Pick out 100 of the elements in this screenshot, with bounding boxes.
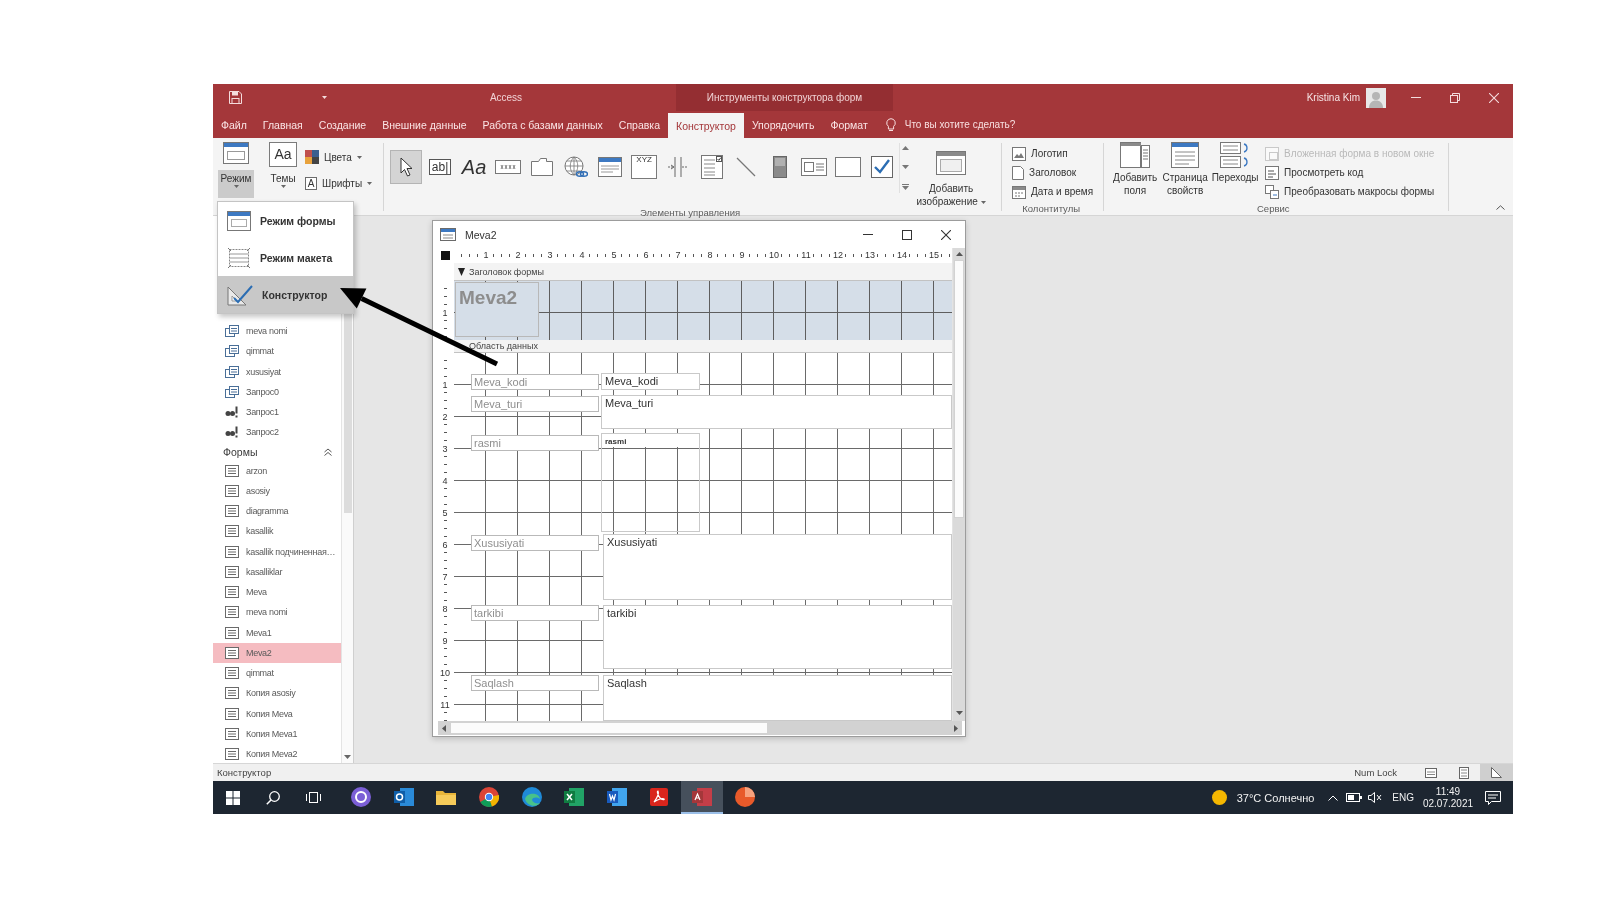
nav-item[interactable]: arzon	[213, 460, 341, 481]
view-button[interactable]	[1480, 764, 1513, 781]
nav-item[interactable]: Meva2	[213, 642, 341, 663]
insert-image-button[interactable]: Добавить изображение	[911, 150, 992, 207]
section-band[interactable]: Заголовок формы	[454, 263, 952, 281]
ribbon-tab[interactable]: Внешние данные	[374, 111, 475, 138]
date-time-button[interactable]: Дата и время	[1010, 182, 1096, 201]
tell-me-field[interactable]: Что вы хотите сделать?	[904, 119, 1035, 130]
scroll-right-icon[interactable]	[954, 724, 958, 732]
nav-item[interactable]: xususiyat	[213, 361, 341, 382]
minimize-icon[interactable]	[862, 234, 873, 235]
nav-item[interactable]: diagramma	[213, 501, 341, 522]
clock-date[interactable]: 02.07.2021	[1422, 797, 1474, 810]
nav-item[interactable]: qimmat	[213, 341, 341, 362]
ribbon-tab[interactable]: Формат	[822, 111, 876, 138]
nav-item[interactable]: Запрос1	[213, 402, 341, 423]
nav-item[interactable]: kasallik подчиненная…	[213, 541, 341, 562]
ruler-number: 8	[706, 250, 714, 261]
label-tool[interactable]: Aa	[458, 150, 491, 184]
view-code-button[interactable]: Просмотреть код	[1263, 163, 1437, 182]
scroll-down-icon[interactable]	[344, 755, 351, 759]
avatar-icon[interactable]	[1366, 87, 1386, 108]
start-icon[interactable]	[226, 790, 240, 805]
language-indicator[interactable]: ENG	[1392, 792, 1414, 803]
nav-item[interactable]: meva nomi	[213, 321, 341, 342]
form-selector-icon[interactable]	[440, 251, 450, 260]
nav-item[interactable]: Запрос0	[213, 381, 341, 402]
nav-item[interactable]: Meva	[213, 582, 341, 603]
taskbar-app-button[interactable]	[680, 781, 724, 814]
color-swatches-icon	[305, 150, 319, 164]
scrollbar[interactable]	[952, 248, 965, 721]
restore-icon[interactable]	[1449, 92, 1460, 103]
menu-item[interactable]: Режим макета	[218, 239, 353, 276]
ribbon-tab[interactable]: Справка	[610, 111, 669, 138]
database-app-icon	[692, 787, 713, 806]
weather-text[interactable]: 37°C Солнечно	[1236, 791, 1315, 804]
text-box-tool[interactable]: ab|	[424, 150, 457, 184]
logo-button[interactable]: Логотип	[1010, 144, 1096, 163]
tab-order-button[interactable]: Переходы	[1210, 141, 1261, 201]
ribbon-tab[interactable]: Главная	[254, 111, 311, 138]
convert-macros-button[interactable]: Преобразовать макросы формы	[1263, 182, 1437, 201]
nav-item[interactable]: meva nomi	[213, 602, 341, 623]
layout-view-icon	[1458, 766, 1469, 779]
task-view-icon[interactable]	[306, 791, 321, 804]
nav-item[interactable]: qimmat	[213, 663, 341, 684]
image-control[interactable]: rasmi	[601, 433, 700, 532]
clock-time[interactable]: 11:49	[1435, 785, 1461, 798]
fonts-button[interactable]: A Шрифты	[303, 170, 375, 196]
text-box-control[interactable]: Meva_turi	[601, 395, 952, 429]
battery-icon[interactable]	[1346, 793, 1363, 802]
ribbon-tab[interactable]: Упорядочить	[743, 111, 823, 138]
more-icon[interactable]	[902, 184, 910, 190]
scroll-left-icon[interactable]	[442, 724, 446, 732]
caret-icon[interactable]	[322, 96, 327, 99]
property-sheet-button[interactable]: Страница свойств	[1160, 141, 1211, 201]
select-tool[interactable]	[390, 150, 423, 184]
ruler-number: 4	[441, 475, 449, 487]
scrollbar[interactable]	[438, 721, 962, 735]
scroll-down-icon[interactable]	[902, 165, 910, 169]
nav-item[interactable]: Копия asosiy	[213, 683, 341, 704]
form-icon	[225, 687, 239, 700]
nav-item[interactable]: asosiy	[213, 480, 341, 501]
ribbon-tab[interactable]: Создание	[310, 111, 375, 138]
notification-icon[interactable]	[1485, 790, 1501, 805]
tab-order-icon	[1220, 142, 1251, 168]
text-box-control[interactable]: Meva_kodi	[601, 373, 700, 390]
ruler-number: 6	[642, 250, 650, 261]
nav-item[interactable]: Копия Meva	[213, 703, 341, 724]
add-fields-button[interactable]: Добавить поля	[1110, 141, 1161, 201]
maximize-icon[interactable]	[901, 229, 912, 240]
ribbon-tab[interactable]: Файл	[213, 111, 255, 138]
scroll-down-icon[interactable]	[955, 711, 963, 715]
text-area-control[interactable]: tarkibi	[603, 605, 952, 669]
nav-item[interactable]: Копия Meva1	[213, 723, 341, 744]
scroll-up-icon[interactable]	[902, 146, 910, 150]
nav-item[interactable]: Meva1	[213, 622, 341, 643]
ribbon-tab[interactable]: Конструктор	[668, 113, 744, 138]
nav-item[interactable]: kasallik	[213, 521, 341, 542]
view-mode-button[interactable]: Режим	[218, 141, 254, 198]
ribbon-tab[interactable]: Работа с базами данных	[474, 111, 611, 138]
page-icon	[1012, 165, 1025, 180]
themes-button[interactable]: Aa Темы	[266, 141, 300, 198]
search-icon[interactable]	[266, 790, 280, 805]
nav-group-header[interactable]: Формы	[213, 442, 341, 461]
text-area-control[interactable]: Xususiyati	[603, 534, 952, 600]
nav-item[interactable]: Запрос2	[213, 422, 341, 443]
title-button[interactable]: Заголовок	[1010, 163, 1096, 182]
status-text: Конструктор	[217, 767, 272, 778]
scroll-up-icon[interactable]	[955, 252, 963, 256]
save-icon[interactable]	[229, 91, 242, 104]
colors-button[interactable]: Цвета	[303, 144, 375, 170]
scrollbar-thumb[interactable]	[450, 722, 768, 734]
section-band[interactable]: Область данных	[454, 340, 952, 353]
menu-item[interactable]: Конструктор	[218, 276, 353, 313]
nav-item[interactable]: kasalliklar	[213, 561, 341, 582]
close-icon[interactable]	[940, 229, 951, 240]
text-box-control[interactable]: Saqlash	[603, 675, 952, 721]
scrollbar-thumb[interactable]	[954, 260, 964, 518]
menu-item[interactable]: Режим формы	[218, 202, 353, 239]
muted-speaker-icon[interactable]	[1368, 792, 1383, 803]
